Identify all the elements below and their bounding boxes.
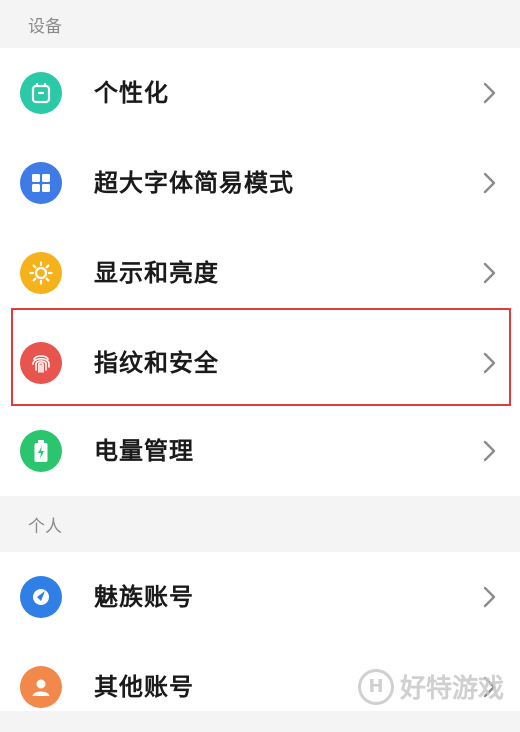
- settings-item-display-brightness[interactable]: 显示和亮度: [0, 228, 520, 318]
- chevron-right-icon: [483, 82, 496, 104]
- settings-item-label: 电量管理: [94, 437, 194, 465]
- section-title-device: 设备: [28, 16, 62, 37]
- sun-icon: [20, 252, 62, 294]
- watermark-text: 好特游戏: [399, 674, 504, 704]
- chevron-right-icon: [483, 440, 496, 462]
- grid-icon: [20, 162, 62, 204]
- section-header-personal: 个人: [0, 496, 520, 552]
- settings-item-label: 魅族账号: [94, 583, 194, 611]
- section-header-device: 设备: [0, 0, 520, 48]
- settings-item-fingerprint-security[interactable]: 指纹和安全: [0, 318, 520, 408]
- device-settings-group: 个性化 超大字体简易模式 显示和亮度 指纹和安全 电量管理: [0, 48, 520, 496]
- settings-item-label: 超大字体简易模式: [94, 169, 294, 197]
- chevron-right-icon: [483, 586, 496, 608]
- section-title-personal: 个人: [28, 516, 62, 537]
- settings-item-label: 个性化: [94, 79, 169, 107]
- watermark-logo-icon: H: [357, 668, 394, 705]
- personalize-icon: [20, 72, 62, 114]
- watermark: H 好特游戏: [357, 668, 504, 705]
- chevron-right-icon: [483, 172, 496, 194]
- settings-item-large-font[interactable]: 超大字体简易模式: [0, 138, 520, 228]
- meizu-account-icon: [20, 576, 62, 618]
- settings-item-meizu-account[interactable]: 魅族账号: [0, 552, 520, 642]
- settings-item-label: 其他账号: [94, 673, 194, 701]
- settings-item-personalize[interactable]: 个性化: [0, 48, 520, 138]
- battery-icon: [20, 430, 62, 472]
- chevron-right-icon: [483, 352, 496, 374]
- settings-item-battery[interactable]: 电量管理: [0, 406, 520, 496]
- chevron-right-icon: [483, 262, 496, 284]
- fingerprint-icon: [20, 342, 62, 384]
- settings-item-label: 显示和亮度: [94, 259, 219, 287]
- settings-item-label: 指纹和安全: [94, 349, 219, 377]
- user-icon: [20, 666, 62, 708]
